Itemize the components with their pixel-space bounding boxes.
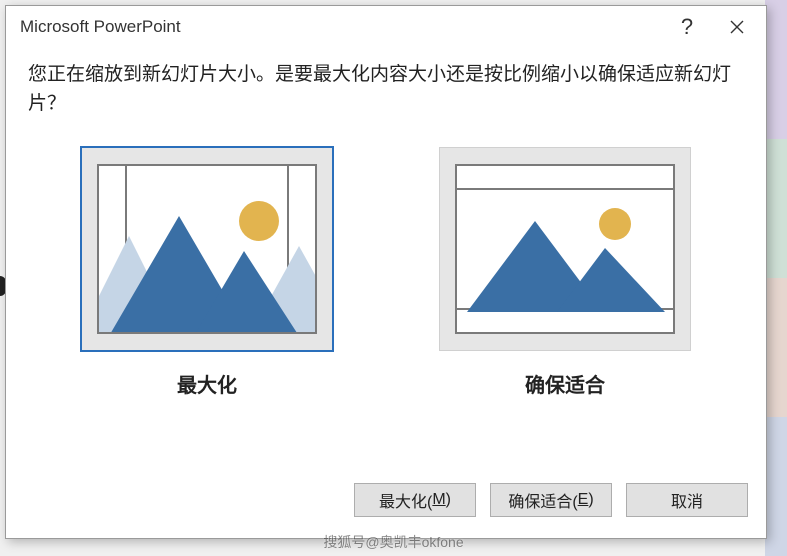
help-icon[interactable]: ?: [662, 6, 712, 48]
option-maximize[interactable]: 最大化: [81, 147, 333, 398]
ensure-fit-button-accel: E: [578, 491, 589, 509]
close-icon[interactable]: [712, 6, 762, 48]
maximize-button-accel: M: [432, 491, 445, 509]
dialog-message: 您正在缩放到新幻灯片大小。是要最大化内容大小还是按比例缩小以确保适应新幻灯片？: [28, 60, 744, 119]
ensure-fit-button-tail: ): [588, 491, 593, 509]
maximize-button-tail: ): [446, 491, 451, 509]
option-ensure-fit-label: 确保适合: [525, 369, 605, 398]
maximize-button-text: 最大化(: [379, 488, 432, 512]
resize-slides-dialog: Microsoft PowerPoint ? 您正在缩放到新幻灯片大小。是要最大…: [5, 5, 767, 539]
options-row: 最大化 确保适合: [28, 143, 744, 476]
dialog-titlebar: Microsoft PowerPoint ?: [6, 6, 766, 48]
dialog-button-row: 最大化(M) 确保适合(E) 取消: [6, 476, 766, 538]
maximize-button[interactable]: 最大化(M): [354, 483, 476, 517]
slide-preview-maximize: [97, 164, 317, 334]
cancel-button[interactable]: 取消: [626, 483, 748, 517]
cancel-button-label: 取消: [671, 488, 703, 512]
ensure-fit-button[interactable]: 确保适合(E): [490, 483, 612, 517]
ensure-fit-button-text: 确保适合(: [508, 488, 577, 512]
option-maximize-thumb: [81, 147, 333, 351]
slide-preview-ensure-fit: [455, 164, 675, 334]
option-ensure-fit-thumb: [439, 147, 691, 351]
dialog-content: 您正在缩放到新幻灯片大小。是要最大化内容大小还是按比例缩小以确保适应新幻灯片？: [6, 48, 766, 476]
background-stripes: [765, 0, 787, 556]
option-ensure-fit[interactable]: 确保适合: [439, 147, 691, 398]
dialog-title: Microsoft PowerPoint: [20, 17, 662, 37]
option-maximize-label: 最大化: [177, 369, 237, 398]
